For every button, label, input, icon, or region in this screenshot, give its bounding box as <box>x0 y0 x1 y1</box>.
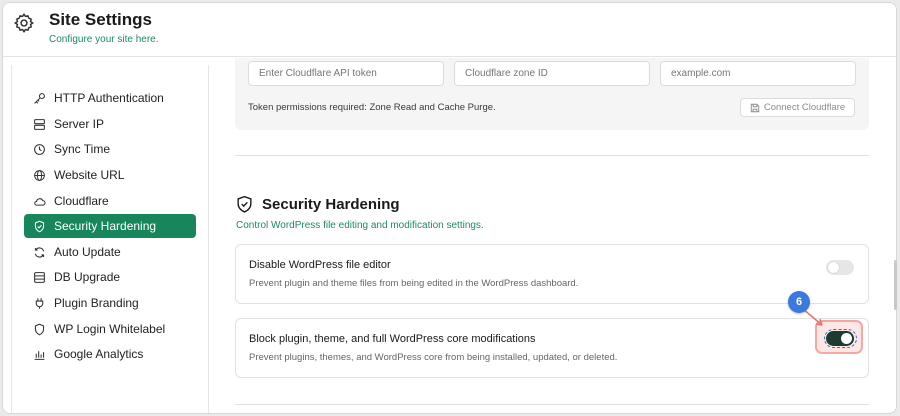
sidebar-item-label: Website URL <box>54 168 125 182</box>
option-disable-file-editor: Disable WordPress file editor Prevent pl… <box>235 244 869 304</box>
sidebar-item-label: HTTP Authentication <box>54 91 164 105</box>
database-icon <box>34 271 45 283</box>
page-scrollbar[interactable] <box>894 260 897 310</box>
sidebar-item-cloudflare[interactable]: Cloudflare <box>24 189 196 213</box>
cloudflare-token-note: Token permissions required: Zone Read an… <box>248 102 496 113</box>
shield-check-icon <box>237 195 252 213</box>
option-block-modifications: Block plugin, theme, and full WordPress … <box>235 318 869 378</box>
main-content: Token permissions required: Zone Read an… <box>210 58 896 413</box>
shield-icon <box>34 220 45 232</box>
page-subtitle: Configure your site here. <box>49 34 159 45</box>
bar-chart-icon <box>34 350 45 360</box>
security-section-title: Security Hardening <box>262 195 400 213</box>
page-header: Site Settings Configure your site here. <box>3 3 896 57</box>
security-section-subtitle: Control WordPress file editing and modif… <box>236 220 484 231</box>
sidebar-item-label: Cloudflare <box>54 194 109 208</box>
section-divider <box>235 155 869 156</box>
cloudflare-api-token-input[interactable] <box>248 61 444 86</box>
sidebar-item-label: WP Login Whitelabel <box>54 322 166 336</box>
security-section-heading: Security Hardening <box>236 195 400 213</box>
step-number-badge: 6 <box>788 291 810 313</box>
section-divider <box>235 404 869 405</box>
connect-cloudflare-button[interactable]: Connect Cloudflare <box>740 98 855 117</box>
clock-icon <box>34 143 45 155</box>
option-description: Prevent plugin and theme files from bein… <box>249 278 579 289</box>
cloud-icon <box>34 197 46 206</box>
sidebar-item-label: Sync Time <box>54 142 111 156</box>
sidebar-item-google-analytics[interactable]: Google Analytics <box>24 342 196 366</box>
disable-file-editor-toggle[interactable] <box>826 260 854 275</box>
sidebar-item-label: DB Upgrade <box>54 270 121 284</box>
save-icon <box>750 103 760 112</box>
sidebar-item-security-hardening[interactable]: Security Hardening <box>24 214 196 238</box>
sidebar-item-website-url[interactable]: Website URL <box>24 163 196 187</box>
sidebar-item-server-ip[interactable]: Server IP <box>24 112 196 136</box>
cloudflare-zone-id-input[interactable] <box>454 61 650 86</box>
cloudflare-settings-card: Token permissions required: Zone Read an… <box>235 58 869 130</box>
sidebar-item-http-authentication[interactable]: HTTP Authentication <box>24 86 196 110</box>
server-icon <box>34 118 45 130</box>
shield-outline-icon <box>34 323 45 335</box>
toggle-knob <box>828 262 839 273</box>
settings-window: Site Settings Configure your site here. … <box>2 2 897 414</box>
page-title: Site Settings <box>49 10 152 29</box>
sidebar-nav: HTTP Authentication Server IP Sync Time … <box>11 65 209 413</box>
cloudflare-domain-input[interactable] <box>660 61 856 86</box>
sidebar-item-wp-login-whitelabel[interactable]: WP Login Whitelabel <box>24 317 196 341</box>
key-icon <box>34 92 45 104</box>
sidebar-item-plugin-branding[interactable]: Plugin Branding <box>24 291 196 315</box>
sidebar-item-label: Plugin Branding <box>54 296 139 310</box>
sidebar-item-db-upgrade[interactable]: DB Upgrade <box>24 265 196 289</box>
sidebar-item-label: Server IP <box>54 117 105 131</box>
globe-icon <box>34 169 45 181</box>
option-title: Disable WordPress file editor <box>249 259 391 271</box>
sidebar-item-sync-time[interactable]: Sync Time <box>24 137 196 161</box>
sidebar-item-label: Security Hardening <box>54 219 157 233</box>
gear-icon <box>14 13 34 33</box>
sidebar-item-label: Google Analytics <box>54 347 144 361</box>
sidebar-item-label: Auto Update <box>54 245 121 259</box>
connect-cloudflare-label: Connect Cloudflare <box>763 102 846 113</box>
sidebar-item-auto-update[interactable]: Auto Update <box>24 240 196 264</box>
refresh-icon <box>34 246 45 258</box>
plug-icon <box>35 297 44 309</box>
option-description: Prevent plugins, themes, and WordPress c… <box>249 352 618 363</box>
option-title: Block plugin, theme, and full WordPress … <box>249 333 536 345</box>
